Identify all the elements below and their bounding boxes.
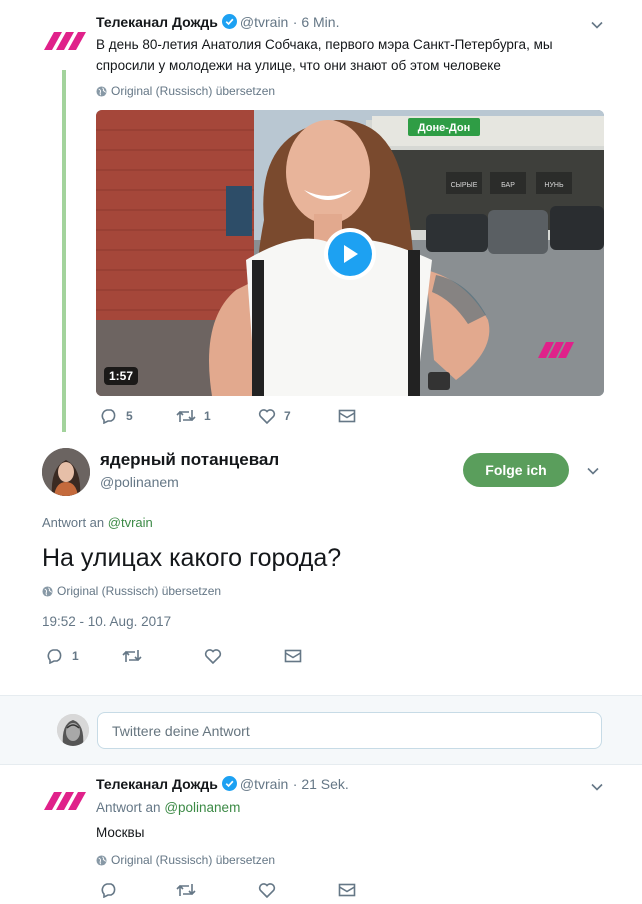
retweet-action[interactable]: 1	[176, 408, 211, 424]
current-user-avatar[interactable]	[57, 714, 89, 746]
like-action[interactable]: 7	[258, 408, 291, 424]
translate-link[interactable]: Original (Russisch) übersetzen	[96, 853, 275, 867]
author-name[interactable]: ядерный потанцевал	[100, 450, 279, 470]
follow-button[interactable]: Folge ich	[463, 453, 569, 487]
store-sign-text: Доне-Дон	[418, 122, 470, 134]
like-count: 7	[284, 409, 291, 423]
tweet-text-line-2: спросили у молодежи на улице, что они зн…	[96, 58, 501, 73]
reply-icon	[101, 883, 116, 898]
reply-icon	[47, 649, 62, 664]
reply-to-label: Antwort an	[42, 515, 105, 530]
author-name[interactable]: Телеканал Дождь	[96, 14, 218, 30]
reply-input[interactable]	[97, 712, 602, 749]
play-button[interactable]	[324, 228, 376, 280]
tweet-header: Телеканал Дождь @tvrain · 21 Sek.	[96, 776, 349, 794]
retweet-icon	[176, 410, 196, 422]
verified-badge-icon	[221, 776, 237, 791]
play-icon	[328, 232, 372, 276]
avatar[interactable]	[42, 448, 90, 496]
translate-link[interactable]: Original (Russisch) übersetzen	[42, 584, 221, 598]
shop-sign-3: НУНЬ	[544, 182, 564, 189]
shop-sign-1: СЫРЫЕ	[451, 182, 478, 189]
reply-to-label: Antwort an	[96, 800, 161, 815]
heart-icon	[258, 409, 276, 424]
globe-icon	[96, 854, 107, 866]
envelope-icon	[338, 883, 356, 897]
retweet-icon	[176, 884, 196, 896]
reply-action[interactable]: 1	[46, 648, 79, 664]
chevron-down-icon[interactable]	[590, 18, 604, 32]
tweet-header: Телеканал Дождь @tvrain · 6 Min.	[96, 14, 339, 32]
tweet-time[interactable]: · 6 Min.	[293, 14, 340, 30]
heart-icon	[204, 649, 222, 664]
retweet-count: 1	[204, 409, 211, 423]
globe-icon	[42, 585, 53, 597]
retweet-icon	[122, 650, 142, 662]
reply-action[interactable]: 5	[100, 408, 133, 424]
envelope-icon	[338, 409, 356, 423]
tweet-time[interactable]: · 21 Sek.	[293, 776, 349, 792]
tweet-text-line-1: В день 80-летия Анатолия Собчака, первог…	[96, 37, 553, 52]
translate-link[interactable]: Original (Russisch) übersetzen	[96, 84, 275, 98]
video-player[interactable]: Доне-Дон СЫРЫЕ БАР НУНЬ 1:57	[96, 110, 604, 396]
tvrain-logo-icon[interactable]	[40, 16, 88, 64]
thread-line	[62, 70, 66, 432]
tweet-timestamp[interactable]: 19:52 - 10. Aug. 2017	[42, 614, 171, 629]
tvrain-logo-icon[interactable]	[40, 776, 88, 824]
shop-sign-2: БАР	[501, 182, 515, 189]
reply-count: 1	[72, 649, 79, 663]
tweet-text: На улицах какого города?	[42, 544, 342, 572]
retweet-action[interactable]	[122, 648, 150, 664]
main-tweet: ядерный потанцевал @polinanem Folge ich …	[0, 440, 642, 695]
like-action[interactable]	[258, 882, 284, 898]
reply-action[interactable]	[100, 882, 126, 898]
translate-label: Original (Russisch) übersetzen	[111, 853, 276, 867]
reply-to-handle[interactable]: @tvrain	[108, 515, 153, 530]
tweet-text: В день 80-летия Анатолия Собчака, первог…	[96, 34, 616, 76]
video-duration: 1:57	[104, 367, 139, 385]
direct-message-action[interactable]	[338, 882, 364, 898]
direct-message-action[interactable]	[284, 648, 310, 664]
author-name[interactable]: Телеканал Дождь	[96, 776, 218, 792]
tweet-tvrain-video[interactable]: Телеканал Дождь @tvrain · 6 Min. В день 8…	[0, 0, 642, 440]
translate-label: Original (Russisch) übersetzen	[57, 584, 222, 598]
chevron-down-icon[interactable]	[586, 464, 600, 478]
tweet-tvrain-reply[interactable]: Телеканал Дождь @tvrain · 21 Sek. Antwort…	[0, 766, 642, 904]
globe-icon	[96, 85, 107, 97]
tweet-text: Москвы	[96, 825, 145, 840]
chevron-down-icon[interactable]	[590, 780, 604, 794]
verified-badge-icon	[221, 14, 237, 29]
author-handle[interactable]: @polinanem	[100, 474, 179, 490]
reply-count: 5	[126, 409, 133, 423]
reply-context: Antwort an @tvrain	[42, 515, 153, 530]
author-handle[interactable]: @tvrain	[240, 14, 288, 30]
direct-message-action[interactable]	[338, 408, 364, 424]
reply-context: Antwort an @polinanem	[96, 800, 240, 815]
retweet-action[interactable]	[176, 882, 204, 898]
envelope-icon	[284, 649, 302, 663]
reply-composer	[0, 695, 642, 765]
like-action[interactable]	[204, 648, 230, 664]
reply-icon	[101, 409, 116, 424]
heart-icon	[258, 883, 276, 898]
translate-label: Original (Russisch) übersetzen	[111, 84, 276, 98]
author-handle[interactable]: @tvrain	[240, 776, 288, 792]
reply-to-handle[interactable]: @polinanem	[164, 800, 240, 815]
